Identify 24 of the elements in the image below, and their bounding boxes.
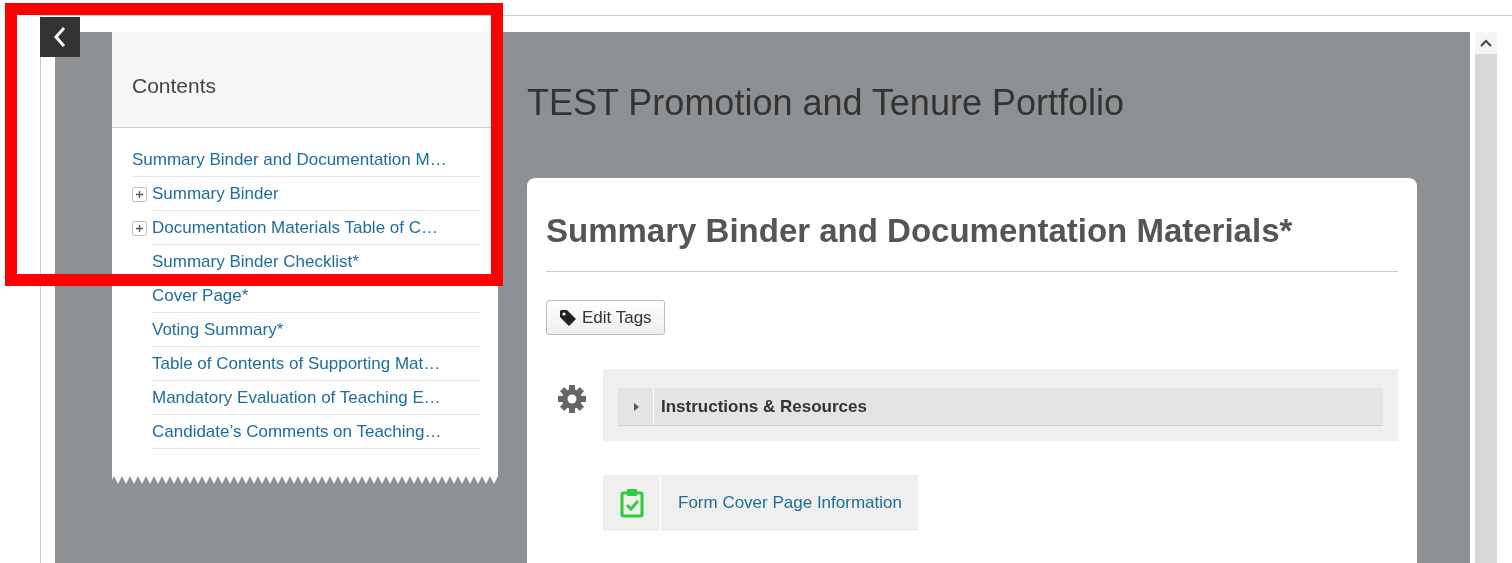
back-button[interactable]: [40, 17, 80, 57]
scroll-up-icon[interactable]: [1480, 39, 1492, 47]
folder-header[interactable]: Instructions & Resources: [618, 388, 1383, 426]
contents-link[interactable]: Summary Binder: [152, 183, 279, 204]
content-item[interactable]: Form Cover Page Information: [603, 475, 918, 531]
plus-icon[interactable]: [132, 186, 147, 202]
scrollbar[interactable]: [1475, 32, 1497, 563]
contents-link[interactable]: Table of Contents of Supporting Mat…: [152, 353, 441, 374]
chevron-left-icon: [53, 26, 67, 48]
tag-icon: [559, 308, 577, 327]
plus-icon[interactable]: [132, 220, 147, 236]
contents-link[interactable]: Candidate’s Comments on Teaching…: [152, 421, 442, 442]
contents-link[interactable]: Documentation Materials Table of C…: [152, 217, 438, 238]
edit-tags-button[interactable]: Edit Tags: [546, 300, 665, 335]
contents-link[interactable]: Cover Page*: [152, 285, 249, 306]
page-title: TEST Promotion and Tenure Portfolio: [527, 81, 1125, 125]
clipboard-check-icon: [619, 488, 644, 518]
contents-link[interactable]: Voting Summary*: [152, 319, 284, 340]
panel-title: Contents: [132, 73, 217, 98]
contents-link[interactable]: Mandatory Evaluation of Teaching E…: [152, 387, 441, 408]
section-heading: Summary Binder and Documentation Materials*: [546, 178, 1398, 272]
contents-link[interactable]: Summary Binder Checklist*: [152, 251, 359, 272]
contents-link[interactable]: Summary Binder and Documentation M…: [132, 149, 447, 170]
settings-icon[interactable]: [556, 383, 588, 415]
